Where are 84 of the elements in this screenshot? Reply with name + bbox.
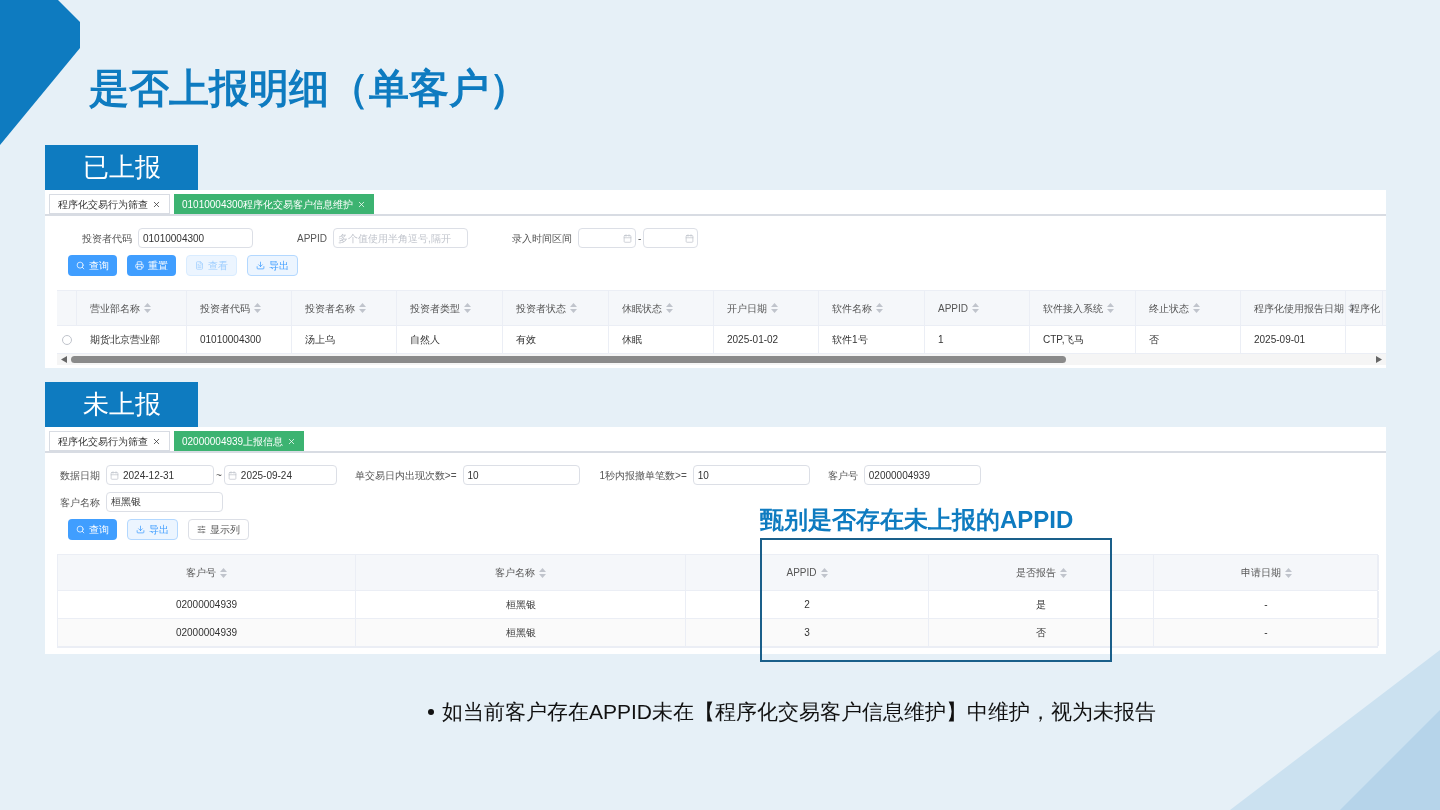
toolbar-button[interactable]: 显示列	[188, 519, 249, 540]
download-icon	[136, 525, 145, 534]
field-label: APPID	[297, 231, 327, 246]
input-field[interactable]	[643, 228, 699, 248]
column-header[interactable]: 休眠状态	[609, 291, 714, 325]
table-cell: 是	[929, 591, 1154, 618]
slide-title: 是否上报明细（单客户）	[89, 65, 530, 112]
table-cell: 自然人	[397, 326, 503, 353]
table-cell: 2025-01-02	[714, 326, 819, 353]
table-cell: 否	[1136, 326, 1241, 353]
table-cell: 否	[929, 619, 1154, 646]
column-header[interactable]: 程序化	[1346, 291, 1383, 325]
calendar-icon	[623, 233, 632, 243]
scrollbar[interactable]	[57, 354, 1386, 365]
column-header[interactable]: 客户名称	[356, 555, 686, 590]
input-field[interactable]: 01010004300	[138, 228, 253, 248]
column-header[interactable]: 投资者代码	[187, 291, 292, 325]
sliders-icon	[197, 525, 206, 534]
calendar-icon	[110, 470, 119, 480]
close-icon[interactable]	[152, 436, 161, 446]
field-label: 客户号	[827, 468, 858, 483]
table-cell: 02000004939	[58, 619, 356, 646]
table-cell: -	[1154, 619, 1379, 646]
column-header[interactable]: 是否报告	[929, 555, 1154, 590]
table-cell: 休眠	[609, 326, 714, 353]
table-cell: 02000004939	[58, 591, 356, 618]
close-icon[interactable]	[152, 199, 161, 209]
column-header[interactable]: APPID	[925, 291, 1030, 325]
table-cell: 1	[925, 326, 1030, 353]
document-icon	[195, 261, 204, 270]
bullet-text: 如当前客户存在APPID未在【程序化交易客户信息维护】中维护，视为未报告	[442, 699, 1157, 725]
search-icon	[76, 525, 85, 534]
column-header[interactable]: 客户号	[58, 555, 356, 590]
input-field[interactable]	[578, 228, 636, 248]
table-cell: 2025-09-01	[1241, 326, 1346, 353]
tab[interactable]: 程序化交易行为筛查	[49, 194, 170, 214]
section-label: 已上报	[45, 145, 198, 190]
table-cell: -	[1154, 591, 1379, 618]
range-separator: -	[638, 231, 642, 246]
callout-text: 甄别是否存在未上报的APPID	[760, 505, 1074, 535]
input-field[interactable]: 02000004939	[863, 465, 981, 485]
table-cell: 3	[686, 619, 929, 646]
section-label: 未上报	[45, 382, 198, 427]
column-header[interactable]: 终止状态	[1136, 291, 1241, 325]
field-label: 录入时间区间	[512, 231, 572, 246]
column-header[interactable]: 软件名称	[819, 291, 925, 325]
bullet-icon	[428, 708, 434, 715]
search-icon	[76, 261, 85, 270]
table-cell: 01010004300	[187, 326, 292, 353]
field-label: 投资者代码	[82, 231, 132, 246]
scroll-right-icon[interactable]	[1376, 356, 1382, 363]
table-cell: CTP,飞马	[1030, 326, 1136, 353]
table-cell: 桓黑银	[356, 619, 686, 646]
input-field[interactable]: 2025-09-24	[223, 465, 337, 485]
table-cell: 2	[686, 591, 929, 618]
column-header[interactable]: 程序化使用报告日期	[1241, 291, 1346, 325]
field-label: 客户名称	[60, 495, 100, 510]
table-cell: 期货北京营业部	[77, 326, 187, 353]
calendar-icon	[227, 470, 237, 480]
input-field[interactable]: 10	[692, 465, 810, 485]
column-header[interactable]: 开户日期	[714, 291, 819, 325]
column-header[interactable]: APPID	[686, 555, 929, 590]
printer-icon	[135, 261, 144, 270]
input-field[interactable]: 桓黑银	[106, 492, 223, 512]
table-cell: 桓黑银	[356, 591, 686, 618]
input-field[interactable]: 10	[462, 465, 580, 485]
field-label: 单交易日内出现次数>=	[354, 468, 457, 483]
column-header[interactable]: 投资者状态	[503, 291, 609, 325]
column-header[interactable]: 软件接入系统	[1030, 291, 1136, 325]
field-label: 数据日期	[60, 468, 100, 483]
table-cell: 有效	[503, 326, 609, 353]
scroll-left-icon[interactable]	[61, 356, 67, 363]
column-header[interactable]: 营业部名称	[77, 291, 187, 325]
field-label: 1秒内报撤单笔数>=	[599, 468, 687, 483]
column-header[interactable]: 投资者类型	[397, 291, 503, 325]
range-separator: ~	[216, 468, 222, 483]
tab[interactable]: 程序化交易行为筛查	[49, 431, 170, 451]
download-icon	[256, 261, 265, 270]
table-cell: 软件1号	[819, 326, 925, 353]
column-header[interactable]: 申请日期	[1154, 555, 1379, 590]
table-cell: 汤上乌	[292, 326, 397, 353]
column-header[interactable]: 投资者名称	[292, 291, 397, 325]
calendar-icon	[685, 233, 695, 243]
input-field[interactable]: 2024-12-31	[106, 465, 214, 485]
